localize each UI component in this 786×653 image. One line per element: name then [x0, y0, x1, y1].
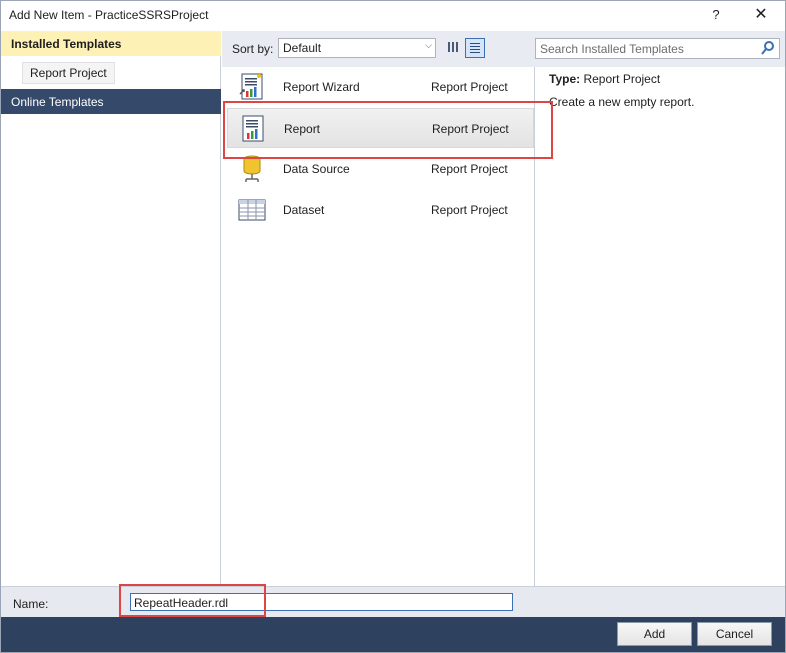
- sort-by-label: Sort by:: [232, 42, 274, 56]
- name-label: Name:: [13, 597, 49, 611]
- template-details-pane: Type: Report Project Create a new empty …: [536, 67, 786, 586]
- search-input[interactable]: Search Installed Templates: [535, 38, 780, 59]
- report-wizard-icon: [239, 73, 263, 100]
- small-icons-view-button[interactable]: [444, 38, 464, 58]
- dialog-footer: Add Cancel: [0, 617, 786, 653]
- add-button[interactable]: Add: [617, 622, 692, 646]
- template-category: Report Project: [431, 203, 508, 217]
- type-value: Report Project: [583, 72, 661, 86]
- name-bar: Name:: [0, 586, 786, 617]
- template-item-dataset[interactable]: Dataset Report Project: [227, 190, 534, 230]
- template-item-report[interactable]: Report Report Project: [227, 108, 534, 148]
- sort-by-value: Default: [283, 41, 322, 55]
- template-item-report-wizard[interactable]: Report Wizard Report Project: [227, 67, 534, 107]
- data-source-icon: [243, 155, 261, 182]
- list-view-icon: [470, 43, 480, 53]
- template-name: Dataset: [283, 203, 325, 217]
- template-type: Type: Report Project: [549, 72, 660, 86]
- search-placeholder: Search Installed Templates: [540, 42, 684, 56]
- report-icon: [242, 115, 264, 142]
- template-name: Report: [284, 122, 321, 136]
- installed-templates-item[interactable]: Installed Templates: [0, 31, 221, 56]
- template-category: Report Project: [432, 122, 509, 136]
- cancel-button[interactable]: Cancel: [697, 622, 772, 646]
- template-description: Create a new empty report.: [549, 95, 695, 109]
- window-title: Add New Item - PracticeSSRSProject: [9, 8, 209, 22]
- template-category: Report Project: [431, 80, 508, 94]
- report-project-category[interactable]: Report Project: [22, 62, 115, 84]
- toolbar: Sort by: Default ⌵ Search Installed Temp…: [222, 31, 786, 67]
- grid-view-icon: [448, 42, 458, 52]
- search-icon[interactable]: [761, 40, 775, 56]
- template-list: Report Wizard Report Project Report Repo…: [222, 67, 535, 586]
- title-bar: Add New Item - PracticeSSRSProject ? ✕: [0, 0, 786, 31]
- name-input[interactable]: [130, 593, 513, 611]
- template-name: Data Source: [283, 162, 350, 176]
- type-label: Type:: [549, 72, 581, 86]
- template-item-data-source[interactable]: Data Source Report Project: [227, 149, 534, 189]
- template-categories-pane: Installed Templates Report Project Onlin…: [0, 31, 221, 586]
- list-view-button[interactable]: [465, 38, 485, 58]
- help-button[interactable]: ?: [704, 4, 728, 26]
- online-templates-item[interactable]: Online Templates: [0, 89, 221, 114]
- template-name: Report Wizard: [283, 80, 360, 94]
- dataset-icon: [238, 199, 266, 221]
- template-category: Report Project: [431, 162, 508, 176]
- chevron-down-icon: ⌵: [425, 40, 432, 50]
- sort-by-dropdown[interactable]: Default ⌵: [278, 38, 436, 58]
- close-button[interactable]: ✕: [746, 4, 776, 26]
